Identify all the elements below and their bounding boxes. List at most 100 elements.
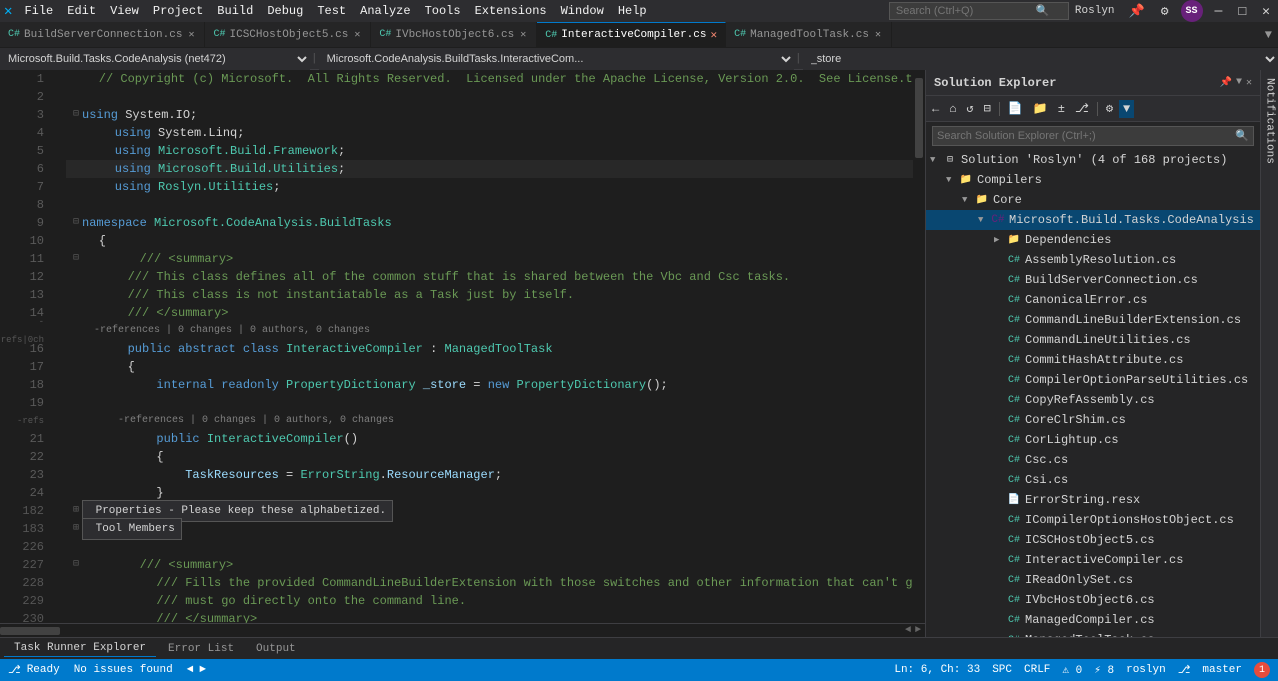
tree-file-item[interactable]: C#Csi.cs (926, 470, 1260, 490)
collapse-btn[interactable]: ⊟ (70, 556, 82, 574)
tab-task-runner[interactable]: Task Runner Explorer (4, 640, 156, 657)
collapse-btn[interactable]: ⊟ (70, 250, 82, 268)
se-back-btn[interactable]: ← (928, 100, 943, 118)
tree-project[interactable]: ▼ C# Microsoft.Build.Tasks.CodeAnalysis (926, 210, 1260, 230)
expand-btn[interactable]: ⊞ (70, 520, 82, 538)
tree-file-item[interactable]: C#Csc.cs (926, 450, 1260, 470)
menu-view[interactable]: View (104, 2, 145, 20)
tree-file-item[interactable]: C#ManagedToolTask.cs (926, 630, 1260, 637)
tab-close-btn[interactable]: ✕ (186, 28, 196, 42)
tree-file-item[interactable]: C#ICSCHostObject5.cs (926, 530, 1260, 550)
settings-icon[interactable]: ⚙ (1157, 2, 1173, 21)
tab-close-btn[interactable]: ✕ (352, 28, 362, 42)
search-input[interactable] (896, 5, 1036, 17)
expand-icon[interactable]: ▶ (994, 235, 1006, 245)
tree-file-item[interactable]: C#CommandLineUtilities.cs (926, 330, 1260, 350)
maximize-icon[interactable]: □ (1234, 2, 1250, 21)
tree-file-item[interactable]: C#CanonicalError.cs (926, 290, 1260, 310)
minimize-icon[interactable]: ─ (1211, 2, 1227, 21)
collapse-btn[interactable]: ⊟ (70, 106, 82, 124)
menu-test[interactable]: Test (311, 2, 352, 20)
expand-icon[interactable]: ▼ (978, 215, 990, 225)
store-dropdown[interactable]: _store (803, 48, 1278, 70)
scrollbar-thumb[interactable] (915, 78, 923, 158)
se-pin-icon[interactable]: 📌 (1220, 77, 1232, 89)
menu-file[interactable]: File (18, 2, 59, 20)
tree-core[interactable]: ▼ 📁 Core (926, 190, 1260, 210)
tab-close-btn[interactable]: ✕ (518, 28, 528, 42)
se-settings-btn[interactable]: ⚙ (1102, 99, 1117, 118)
collapse-btn[interactable]: ⊟ (70, 214, 82, 232)
se-search-input[interactable] (937, 130, 1235, 142)
status-nav-right[interactable]: ► (199, 664, 206, 676)
pin-icon[interactable]: 📌 (1125, 2, 1149, 21)
se-newfolder-btn[interactable]: 📁 (1029, 99, 1052, 118)
se-home-btn[interactable]: ⌂ (945, 100, 960, 118)
collapsed-region[interactable]: Tool Members (82, 518, 182, 540)
expand-icon[interactable]: ▼ (946, 175, 958, 185)
tree-file-item[interactable]: C#ICompilerOptionsHostObject.cs (926, 510, 1260, 530)
tree-file-item[interactable]: C#CommandLineBuilderExtension.cs (926, 310, 1260, 330)
tree-file-item[interactable]: C#CoreClrShim.cs (926, 410, 1260, 430)
global-search[interactable]: 🔍 (889, 2, 1069, 20)
tab-output[interactable]: Output (246, 641, 306, 657)
h-scrollbar-thumb[interactable] (0, 627, 60, 635)
expand-icon[interactable]: ▼ (962, 195, 974, 205)
expand-icon[interactable]: ▼ (930, 155, 942, 165)
se-search-box[interactable]: 🔍 (932, 126, 1254, 146)
se-git-btn[interactable]: ± (1054, 100, 1069, 118)
avatar[interactable]: SS (1181, 0, 1203, 22)
tree-file-item[interactable]: C#BuildServerConnection.cs (926, 270, 1260, 290)
se-newfile-btn[interactable]: 📄 (1004, 99, 1027, 118)
notification-badge[interactable]: 1 (1254, 662, 1270, 678)
tree-file-item[interactable]: C#CorLightup.cs (926, 430, 1260, 450)
code-editor[interactable]: // Copyright (c) Microsoft. All Rights R… (66, 70, 913, 623)
menu-project[interactable]: Project (147, 2, 209, 20)
close-icon[interactable]: ✕ (1258, 2, 1274, 21)
menu-debug[interactable]: Debug (261, 2, 309, 20)
se-filter-btn[interactable]: ▼ (1119, 100, 1134, 118)
se-chevron-icon[interactable]: ▼ (1236, 77, 1242, 88)
tree-file-item[interactable]: C#CommitHashAttribute.cs (926, 350, 1260, 370)
menu-analyze[interactable]: Analyze (354, 2, 416, 20)
tab-ivbchostobject[interactable]: C# IVbcHostObject6.cs ✕ (371, 22, 537, 47)
menu-help[interactable]: Help (612, 2, 653, 20)
tree-dependencies[interactable]: ▶ 📁 Dependencies (926, 230, 1260, 250)
menu-tools[interactable]: Tools (419, 2, 467, 20)
tab-close-btn[interactable]: ✕ (873, 28, 883, 42)
tab-overflow-btn[interactable]: ▼ (1259, 22, 1278, 47)
tab-interactivecompiler[interactable]: C# InteractiveCompiler.cs ✕ (537, 22, 726, 47)
tree-compilers[interactable]: ▼ 📁 Compilers (926, 170, 1260, 190)
tree-file-item[interactable]: C#CompilerOptionParseUtilities.cs (926, 370, 1260, 390)
nav-right-icon[interactable]: ► (915, 625, 921, 636)
tab-buildserverconnection[interactable]: C# BuildServerConnection.cs ✕ (0, 22, 205, 47)
tab-icschostobject[interactable]: C# ICSCHostObject5.cs ✕ (205, 22, 371, 47)
status-nav-left[interactable]: ◄ (187, 664, 194, 676)
tab-error-list[interactable]: Error List (158, 641, 244, 657)
nav-left-icon[interactable]: ◄ (905, 625, 911, 636)
namespace-dropdown[interactable]: Microsoft.Build.Tasks.CodeAnalysis (net4… (0, 48, 310, 70)
tree-file-item[interactable]: C#AssemblyResolution.cs (926, 250, 1260, 270)
tree-file-item[interactable]: 📄ErrorString.resx (926, 490, 1260, 510)
tree-solution[interactable]: ▼ ⊟ Solution 'Roslyn' (4 of 168 projects… (926, 150, 1260, 170)
tree-file-item[interactable]: C#IVbcHostObject6.cs (926, 590, 1260, 610)
menu-window[interactable]: Window (555, 2, 610, 20)
se-close-icon[interactable]: ✕ (1246, 77, 1252, 89)
tab-managedtooltask[interactable]: C# ManagedToolTask.cs ✕ (726, 22, 892, 47)
tree-file-item[interactable]: C#IReadOnlySet.cs (926, 570, 1260, 590)
se-gitbranch-btn[interactable]: ⎇ (1071, 99, 1093, 118)
menu-edit[interactable]: Edit (61, 2, 102, 20)
tree-file-item[interactable]: C#CopyRefAssembly.cs (926, 390, 1260, 410)
notifications-bar[interactable]: Notifications (1260, 70, 1278, 637)
menu-extensions[interactable]: Extensions (469, 2, 553, 20)
se-collapse-btn[interactable]: ⊟ (980, 99, 995, 118)
tree-file-item[interactable]: C#InteractiveCompiler.cs (926, 550, 1260, 570)
se-refresh-btn[interactable]: ↺ (962, 99, 977, 118)
menu-build[interactable]: Build (211, 2, 259, 20)
vertical-scrollbar[interactable] (913, 70, 925, 623)
folder-label: Core (993, 193, 1022, 207)
expand-btn[interactable]: ⊞ (70, 502, 82, 520)
horizontal-scrollbar[interactable] (0, 626, 901, 636)
member-dropdown[interactable]: Microsoft.CodeAnalysis.BuildTasks.Intera… (319, 48, 794, 70)
tree-file-item[interactable]: C#ManagedCompiler.cs (926, 610, 1260, 630)
